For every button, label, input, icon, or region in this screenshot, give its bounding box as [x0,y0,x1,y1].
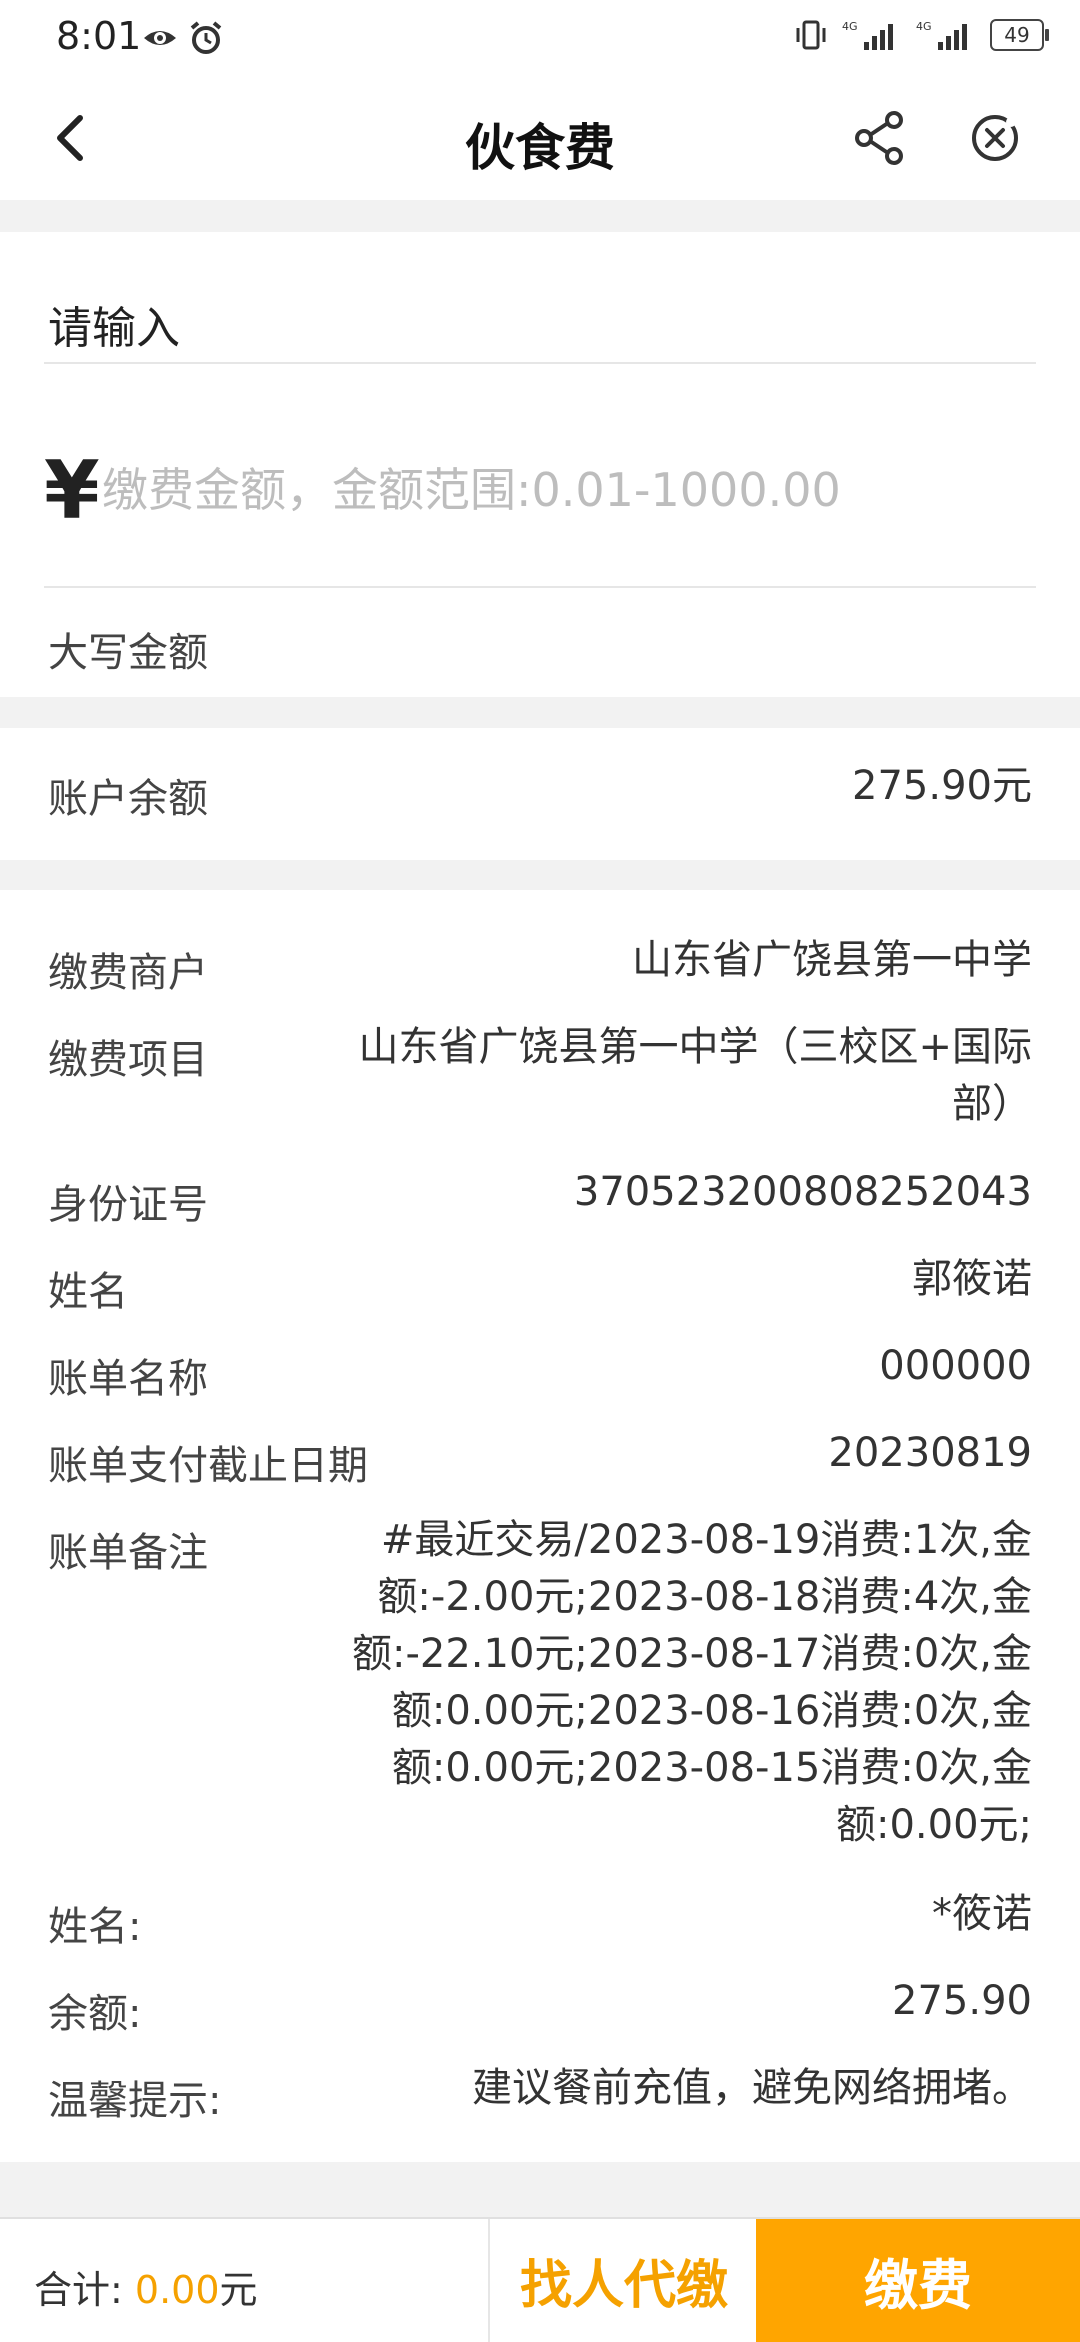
proxy-pay-button[interactable]: 找人代缴 [488,2219,758,2342]
battery-icon: 49 [990,19,1049,51]
detail-value-bill-name: 000000 [879,1343,1032,1389]
status-time: 8:01 [56,14,142,58]
detail-value-balance2: 275.90 [892,1978,1032,2024]
detail-value-item: 山东省广饶县第一中学（三校区+国际部） [358,1024,1032,1127]
detail-label-item: 缴费项目 [48,1037,208,1083]
detail-value-name2: *筱诺 [932,1891,1032,1937]
total-value: 0.00 [134,2268,220,2312]
amount-input[interactable] [100,454,1004,526]
detail-label-id: 身份证号 [48,1182,208,1228]
input-section: 请输入 ¥ 大写金额 [0,232,1080,697]
svg-text:4G: 4G [842,20,858,33]
total: 合计: 0.00元 [34,2259,258,2314]
balance-value: 275.90元 [852,763,1032,809]
divider [44,362,1036,364]
total-unit: 元 [219,2268,258,2312]
currency-symbol: ¥ [44,444,100,537]
bottom-bar: 合计: 0.00元 找人代缴 缴费 [0,2217,1080,2342]
status-bar: 8:01 4G 4G 49 [0,0,1080,78]
detail-value-merchant: 山东省广饶县第一中学 [632,937,1032,983]
nav-bar: 伙食费 [0,78,1080,200]
close-icon[interactable] [965,108,1025,168]
pay-button[interactable]: 缴费 [756,2219,1080,2342]
detail-label-name: 姓名 [48,1269,128,1315]
detail-value-deadline: 20230819 [828,1430,1032,1476]
detail-value-remark: #最近交易/2023-08-19消费:1次,金额:-2.00元;2023-08-… [352,1517,1032,1848]
detail-value-id: 370523200808252043 [573,1169,1032,1215]
details-section: 缴费商户 山东省广饶县第一中学 缴费项目 山东省广饶县第一中学（三校区+国际部）… [0,890,1080,2162]
eye-icon [144,31,176,45]
detail-value-tip: 建议餐前充值，避免网络拥堵。 [472,2065,1032,2111]
input-title: 请输入 [48,303,180,354]
balance-section: 账户余额 275.90元 [0,728,1080,860]
share-icon[interactable] [850,108,910,168]
svg-text:4G: 4G [916,20,932,33]
detail-label-bill-name: 账单名称 [48,1356,208,1402]
detail-label-merchant: 缴费商户 [48,950,208,996]
divider [44,586,1036,588]
detail-label-remark: 账单备注 [48,1530,208,1576]
signal-icon: 4G [916,20,967,50]
detail-label-tip: 温馨提示: [48,2078,222,2124]
detail-label-deadline: 账单支付截止日期 [48,1443,368,1489]
total-label: 合计: [34,2268,123,2312]
detail-label-name2: 姓名: [48,1904,142,1950]
capital-amount-label: 大写金额 [48,630,208,676]
detail-label-balance2: 余额: [48,1991,142,2037]
alarm-icon [190,21,222,54]
detail-value-name: 郭筱诺 [912,1256,1032,1302]
vibrate-icon [796,20,826,50]
page-title: 伙食费 [465,119,615,177]
signal-icon: 4G [842,20,893,50]
balance-label: 账户余额 [48,776,208,822]
